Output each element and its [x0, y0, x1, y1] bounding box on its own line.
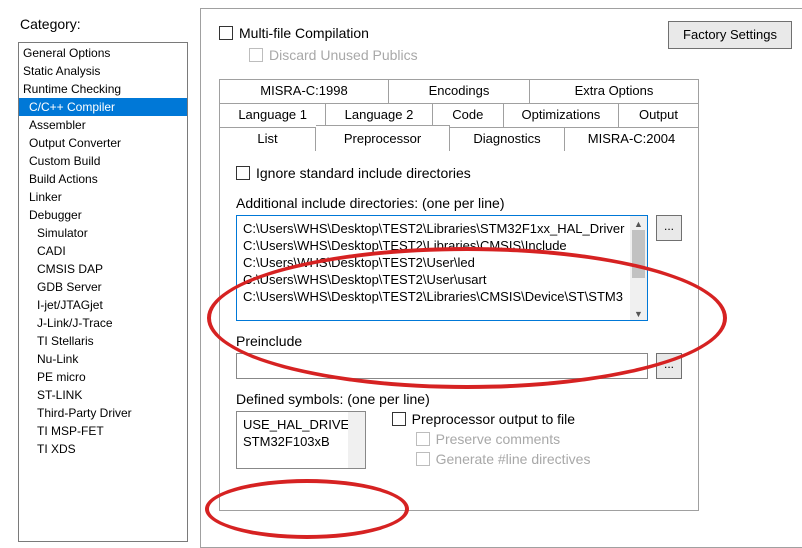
category-item[interactable]: General Options [19, 44, 187, 62]
browse-include-button[interactable]: ... [656, 215, 682, 241]
tab[interactable]: Language 2 [326, 103, 432, 127]
multi-file-compilation-checkbox[interactable]: Multi-file Compilation [219, 25, 369, 41]
additional-include-label: Additional include directories: (one per… [236, 195, 682, 211]
category-item[interactable]: Static Analysis [19, 62, 187, 80]
category-item[interactable]: PE micro [19, 368, 187, 386]
category-item[interactable]: CADI [19, 242, 187, 260]
tab[interactable]: Output [619, 103, 699, 127]
preinclude-label: Preinclude [236, 333, 682, 349]
browse-preinclude-button[interactable]: ... [656, 353, 682, 379]
defined-symbols-label: Defined symbols: (one per line) [236, 391, 682, 407]
tab-panel-preprocessor: Ignore standard include directories Addi… [219, 151, 699, 511]
tab-strip: MISRA-C:1998EncodingsExtra Options Langu… [219, 79, 792, 511]
tab[interactable]: List [219, 127, 316, 151]
category-item[interactable]: GDB Server [19, 278, 187, 296]
category-item[interactable]: Output Converter [19, 134, 187, 152]
category-list[interactable]: General OptionsStatic AnalysisRuntime Ch… [18, 42, 188, 542]
category-item[interactable]: J-Link/J-Trace [19, 314, 187, 332]
category-item[interactable]: ST-LINK [19, 386, 187, 404]
tab[interactable]: MISRA-C:1998 [219, 79, 389, 103]
multi-file-compilation-label: Multi-file Compilation [239, 25, 369, 41]
category-item[interactable]: Linker [19, 188, 187, 206]
tab[interactable]: Extra Options [530, 79, 699, 103]
scrollbar[interactable] [348, 412, 365, 468]
factory-settings-button[interactable]: Factory Settings [668, 21, 792, 49]
category-label: Category: [20, 16, 188, 32]
additional-include-textarea[interactable]: C:\Users\WHS\Desktop\TEST2\Libraries\STM… [236, 215, 648, 321]
category-item[interactable]: C/C++ Compiler [19, 98, 187, 116]
ignore-std-include-checkbox[interactable]: Ignore standard include directories [236, 165, 471, 181]
preprocessor-output-label: Preprocessor output to file [412, 411, 575, 427]
category-item[interactable]: I-jet/JTAGjet [19, 296, 187, 314]
generate-line-directives-label: Generate #line directives [436, 451, 591, 467]
tab[interactable]: MISRA-C:2004 [565, 127, 699, 151]
category-item[interactable]: Assembler [19, 116, 187, 134]
discard-unused-publics-checkbox: Discard Unused Publics [249, 47, 418, 63]
tab[interactable]: Code [433, 103, 504, 127]
ignore-std-include-label: Ignore standard include directories [256, 165, 471, 181]
scroll-thumb[interactable] [632, 230, 645, 278]
discard-unused-publics-label: Discard Unused Publics [269, 47, 418, 63]
category-item[interactable]: Nu-Link [19, 350, 187, 368]
preserve-comments-checkbox: Preserve comments [416, 431, 560, 447]
generate-line-directives-checkbox: Generate #line directives [416, 451, 591, 467]
category-item[interactable]: TI XDS [19, 440, 187, 458]
category-item[interactable]: Runtime Checking [19, 80, 187, 98]
tab[interactable]: Optimizations [504, 103, 619, 127]
tab[interactable]: Diagnostics [450, 127, 565, 151]
preserve-comments-label: Preserve comments [436, 431, 560, 447]
scroll-up-icon[interactable]: ▲ [630, 216, 647, 230]
tab[interactable]: Language 1 [219, 103, 326, 127]
defined-symbols-textarea[interactable]: USE_HAL_DRIVER STM32F103xB [236, 411, 366, 469]
category-item[interactable]: Custom Build [19, 152, 187, 170]
scrollbar[interactable]: ▲ ▼ [630, 216, 647, 320]
category-item[interactable]: TI Stellaris [19, 332, 187, 350]
tab[interactable]: Encodings [389, 79, 530, 103]
preinclude-input[interactable] [236, 353, 648, 379]
category-item[interactable]: Simulator [19, 224, 187, 242]
category-item[interactable]: Build Actions [19, 170, 187, 188]
category-item[interactable]: CMSIS DAP [19, 260, 187, 278]
category-item[interactable]: Debugger [19, 206, 187, 224]
category-item[interactable]: Third-Party Driver [19, 404, 187, 422]
preprocessor-output-checkbox[interactable]: Preprocessor output to file [392, 411, 575, 427]
tab[interactable]: Preprocessor [316, 125, 450, 151]
category-item[interactable]: TI MSP-FET [19, 422, 187, 440]
scroll-down-icon[interactable]: ▼ [630, 306, 647, 320]
